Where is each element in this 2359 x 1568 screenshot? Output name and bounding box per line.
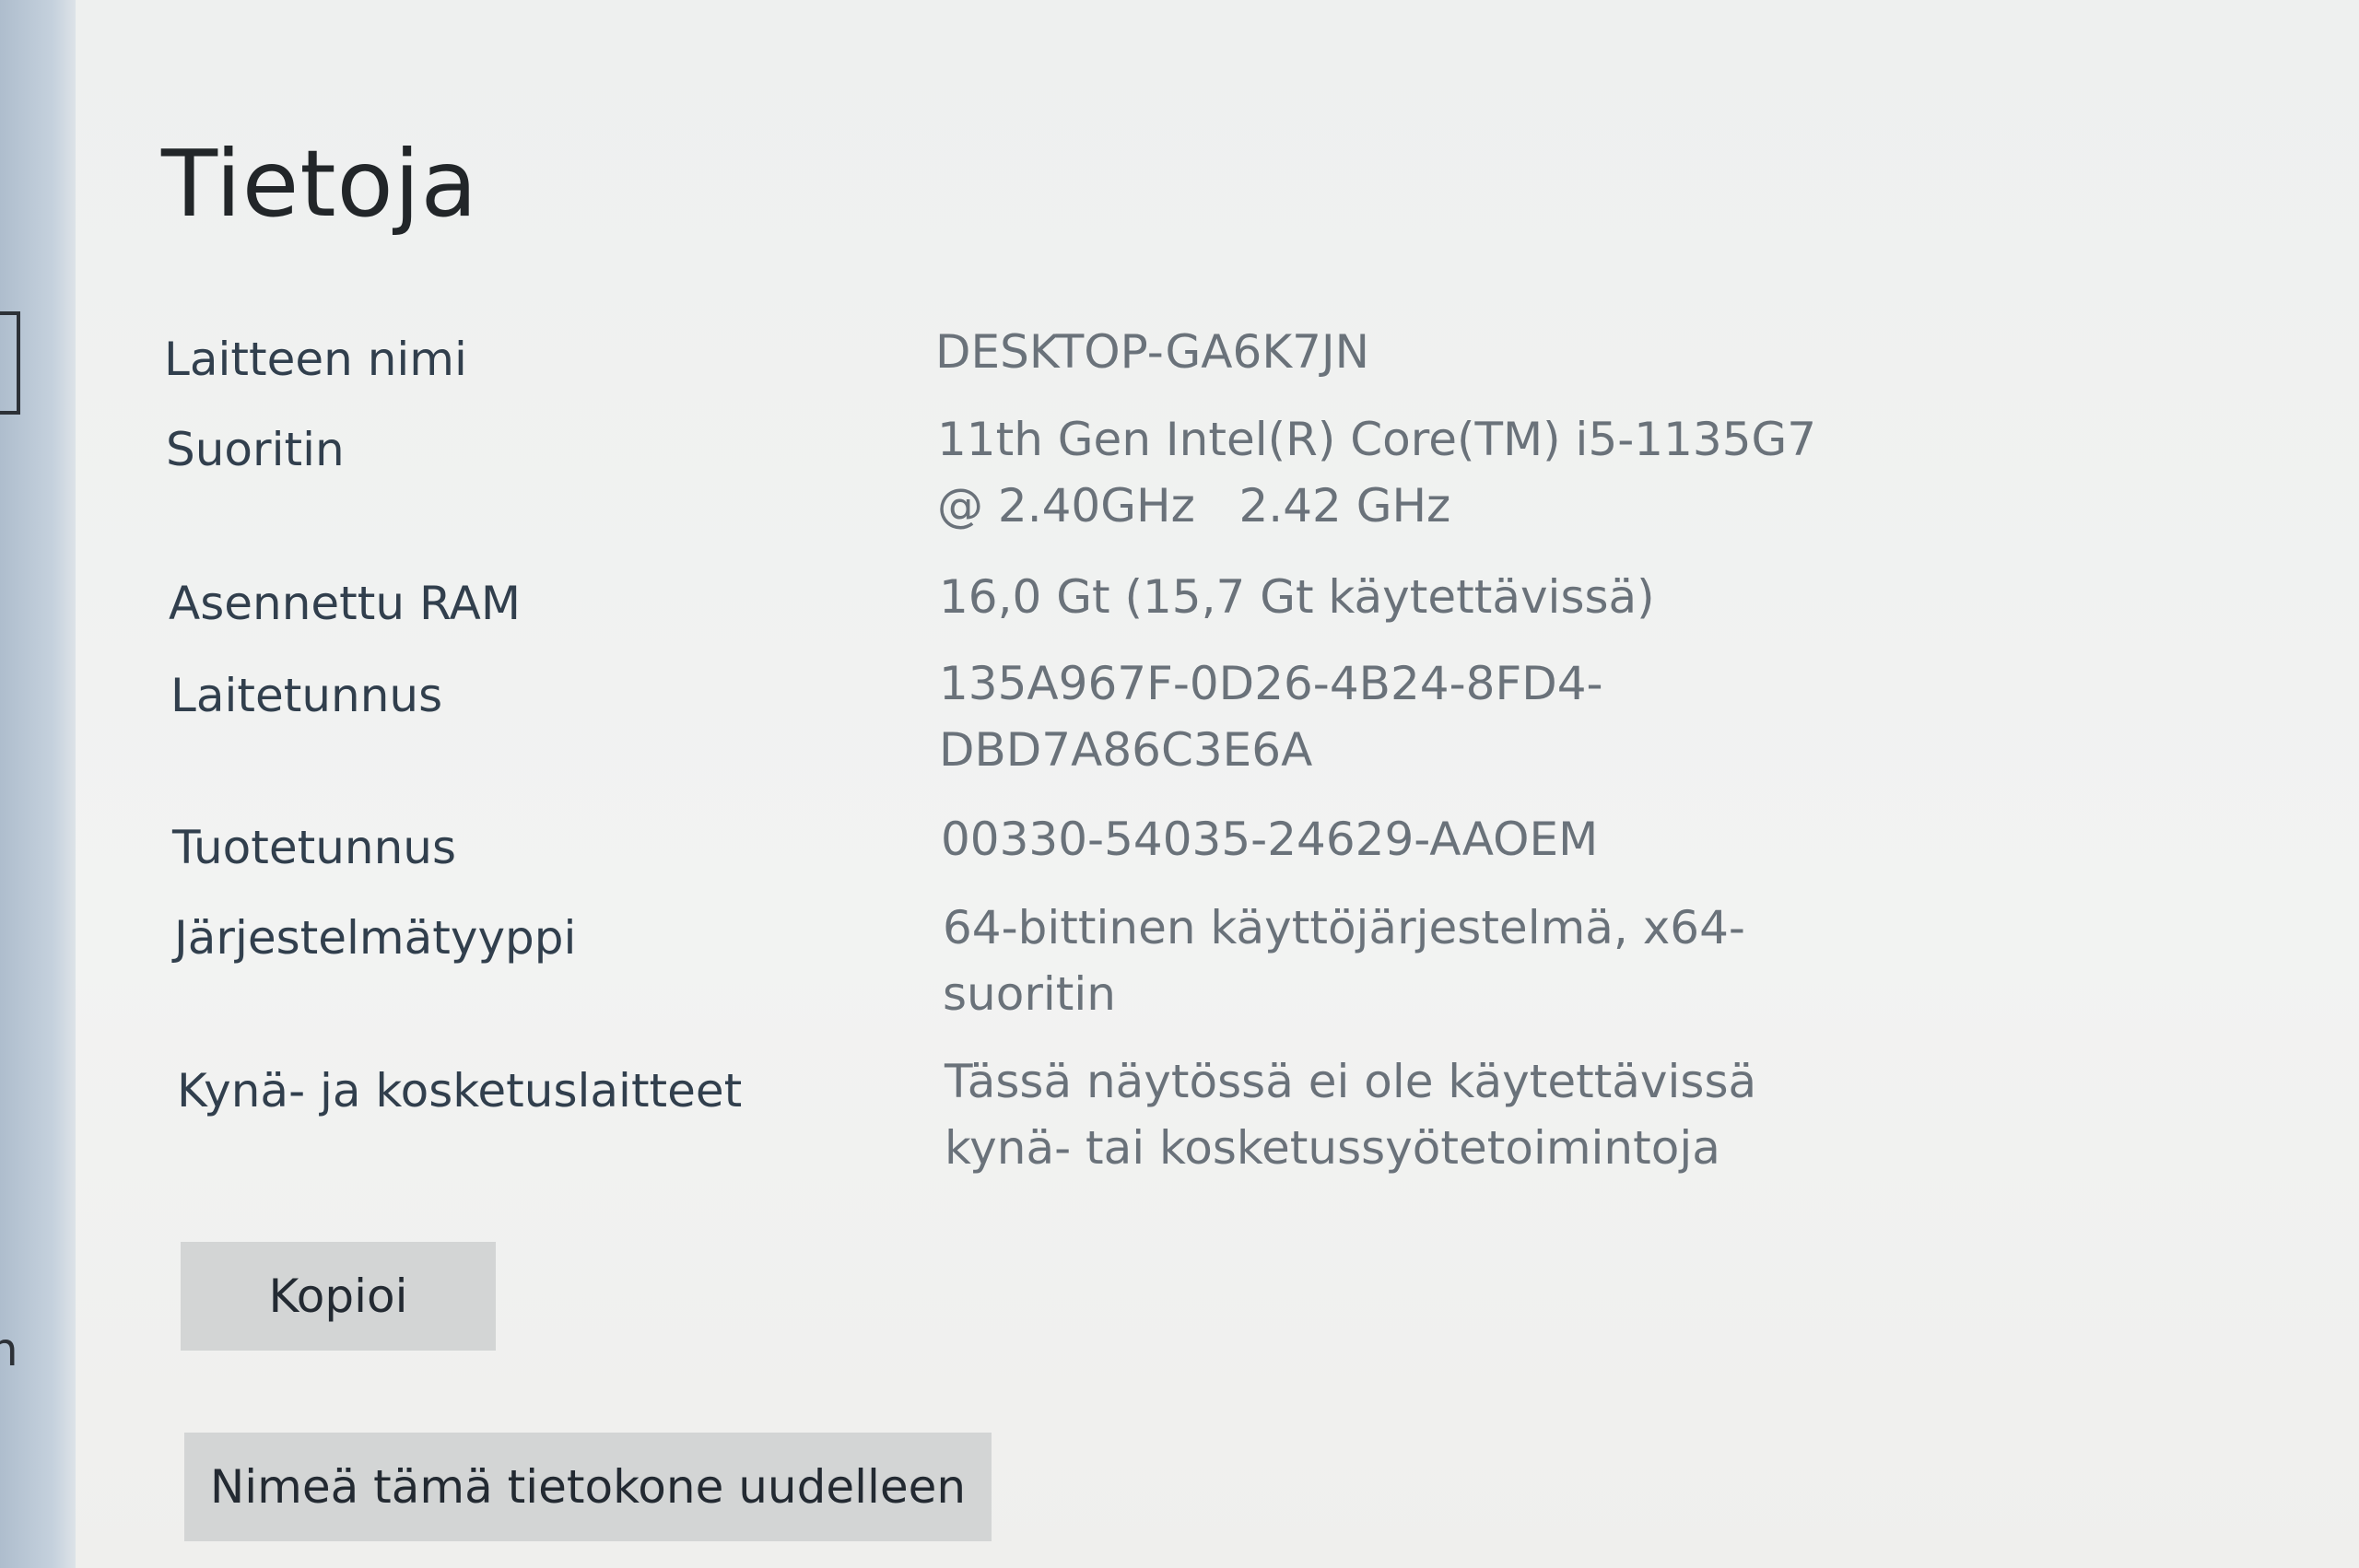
spec-value-device-id[interactable]: 135A967F-0D26-4B24-8FD4- DBD7A86C3E6A [939,650,1814,783]
rename-pc-button[interactable]: Nimeä tämä tietokone uudelleen [184,1433,992,1541]
spec-label-system-type: Järjestelmätyyppi [174,911,577,965]
spec-label-pen-and-touch: Kynä- ja kosketuslaitteet [177,1064,743,1117]
spec-label-installed-ram: Asennettu RAM [169,577,522,630]
spec-value-installed-ram[interactable]: 16,0 Gt (15,7 Gt käytettävissä) [939,564,1814,630]
spec-label-device-id: Laitetunnus [170,669,443,722]
spec-label-processor: Suoritin [166,423,345,476]
spec-value-device-name[interactable]: DESKTOP-GA6K7JN [935,319,1811,385]
spec-value-pen-and-touch[interactable]: Tässä näytössä ei ole käytettävissä kynä… [945,1048,1820,1181]
spec-value-product-id[interactable]: 00330-54035-24629-AAOEM [941,806,1816,872]
copy-button[interactable]: Kopioi [181,1242,496,1351]
spec-label-device-name: Laitteen nimi [164,333,467,386]
spec-label-product-id: Tuotetunnus [172,821,457,874]
spec-value-processor[interactable]: 11th Gen Intel(R) Core(TM) i5-1135G7 @ 2… [937,406,1816,539]
spec-value-system-type[interactable]: 64-bittinen käyttöjärjestelmä, x64- suor… [943,895,1818,1027]
